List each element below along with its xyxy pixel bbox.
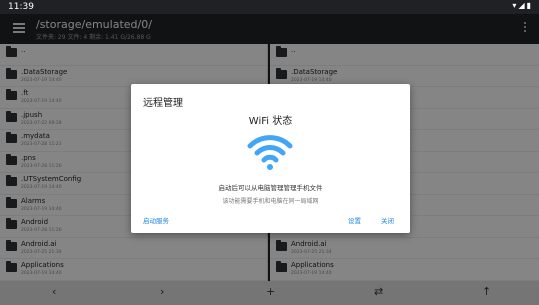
dialog-title: 远程管理 xyxy=(143,98,183,109)
close-button[interactable]: 关闭 xyxy=(381,215,394,225)
start-service-button[interactable]: 启动服务 xyxy=(143,215,169,225)
status-icons: ▾◢▮ xyxy=(512,1,533,10)
dialog-description: 启动后可以从电脑管理管理手机文件 xyxy=(218,184,323,192)
wifi-status-heading: WiFi 状态 xyxy=(248,116,293,127)
remote-manage-dialog: 远程管理 WiFi 状态 启动后可以从电脑管理管理手机文件 该功能需要手机和电脑… xyxy=(131,84,410,233)
dialog-note: 该功能需要手机和电脑在同一局域网 xyxy=(222,198,319,205)
status-time: 11:39 xyxy=(8,2,34,12)
settings-button[interactable]: 设置 xyxy=(348,215,361,225)
wifi-icon xyxy=(247,135,293,170)
status-bar: 11:39 ▾◢▮ xyxy=(0,0,539,14)
